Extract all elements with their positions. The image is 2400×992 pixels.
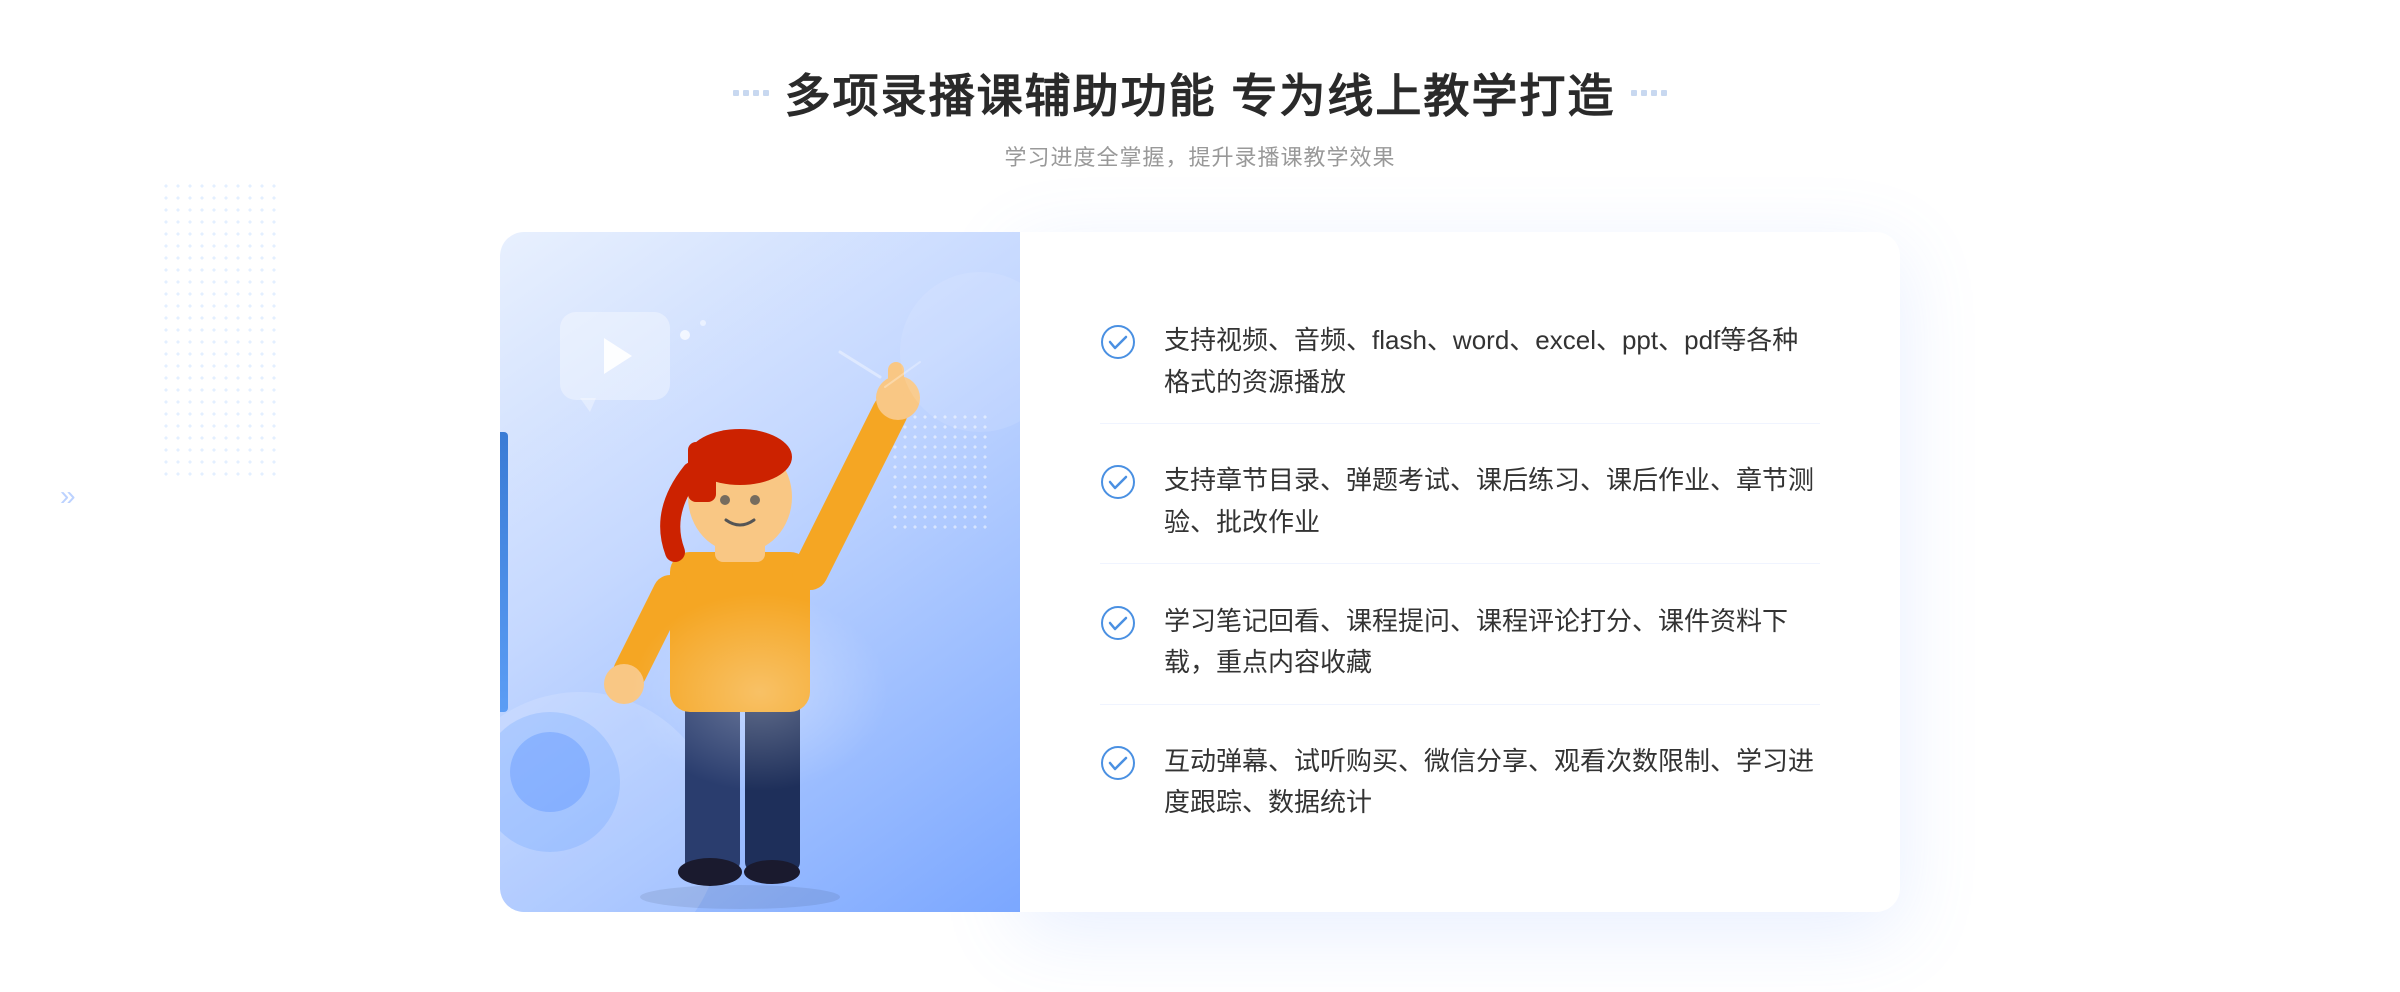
dot: [743, 90, 749, 96]
chevron-icon: »: [60, 480, 76, 512]
page-container: » 多项录播课辅助功能 专为线上教学打造 学习进度全掌握，提升录播课教学效果: [0, 0, 2400, 992]
feature-item-2: 支持章节目录、弹题考试、课后练习、课后作业、章节测验、批改作业: [1100, 440, 1820, 564]
dot: [753, 90, 759, 96]
check-icon-4: [1100, 745, 1136, 781]
side-accent: [500, 432, 508, 712]
check-icon-2: [1100, 464, 1136, 500]
feature-text-2: 支持章节目录、弹题考试、课后练习、课后作业、章节测验、批改作业: [1164, 460, 1820, 543]
feature-item-3: 学习笔记回看、课程提问、课程评论打分、课件资料下载，重点内容收藏: [1100, 581, 1820, 705]
feature-text-4: 互动弹幕、试听购买、微信分享、观看次数限制、学习进度跟踪、数据统计: [1164, 741, 1820, 824]
title-row: 多项录播课辅助功能 专为线上教学打造: [733, 60, 1668, 126]
dot: [763, 90, 769, 96]
dot: [1651, 90, 1657, 96]
feature-item-4: 互动弹幕、试听购买、微信分享、观看次数限制、学习进度跟踪、数据统计: [1100, 721, 1820, 844]
header-section: 多项录播课辅助功能 专为线上教学打造 学习进度全掌握，提升录播课教学效果: [733, 60, 1668, 172]
title-dots-right: [1631, 90, 1667, 96]
sparkle-decoration-2: [700, 320, 706, 326]
dot: [1661, 90, 1667, 96]
person-illustration: [530, 332, 950, 912]
content-area: 支持视频、音频、flash、word、excel、ppt、pdf等各种格式的资源…: [500, 232, 1900, 912]
dot: [1641, 90, 1647, 96]
dot: [1631, 90, 1637, 96]
feature-text-3: 学习笔记回看、课程提问、课程评论打分、课件资料下载，重点内容收藏: [1164, 601, 1820, 684]
left-chevrons-decoration: »: [60, 480, 76, 512]
subtitle: 学习进度全掌握，提升录播课教学效果: [733, 140, 1668, 172]
feature-text-1: 支持视频、音频、flash、word、excel、ppt、pdf等各种格式的资源…: [1164, 320, 1820, 403]
illustration-card: [500, 232, 1020, 912]
feature-item-1: 支持视频、音频、flash、word、excel、ppt、pdf等各种格式的资源…: [1100, 300, 1820, 424]
features-card: 支持视频、音频、flash、word、excel、ppt、pdf等各种格式的资源…: [1020, 232, 1900, 912]
title-dots-left: [733, 90, 769, 96]
check-icon-3: [1100, 605, 1136, 641]
dot: [733, 90, 739, 96]
main-title: 多项录播课辅助功能 专为线上教学打造: [785, 60, 1616, 126]
check-icon-1: [1100, 324, 1136, 360]
